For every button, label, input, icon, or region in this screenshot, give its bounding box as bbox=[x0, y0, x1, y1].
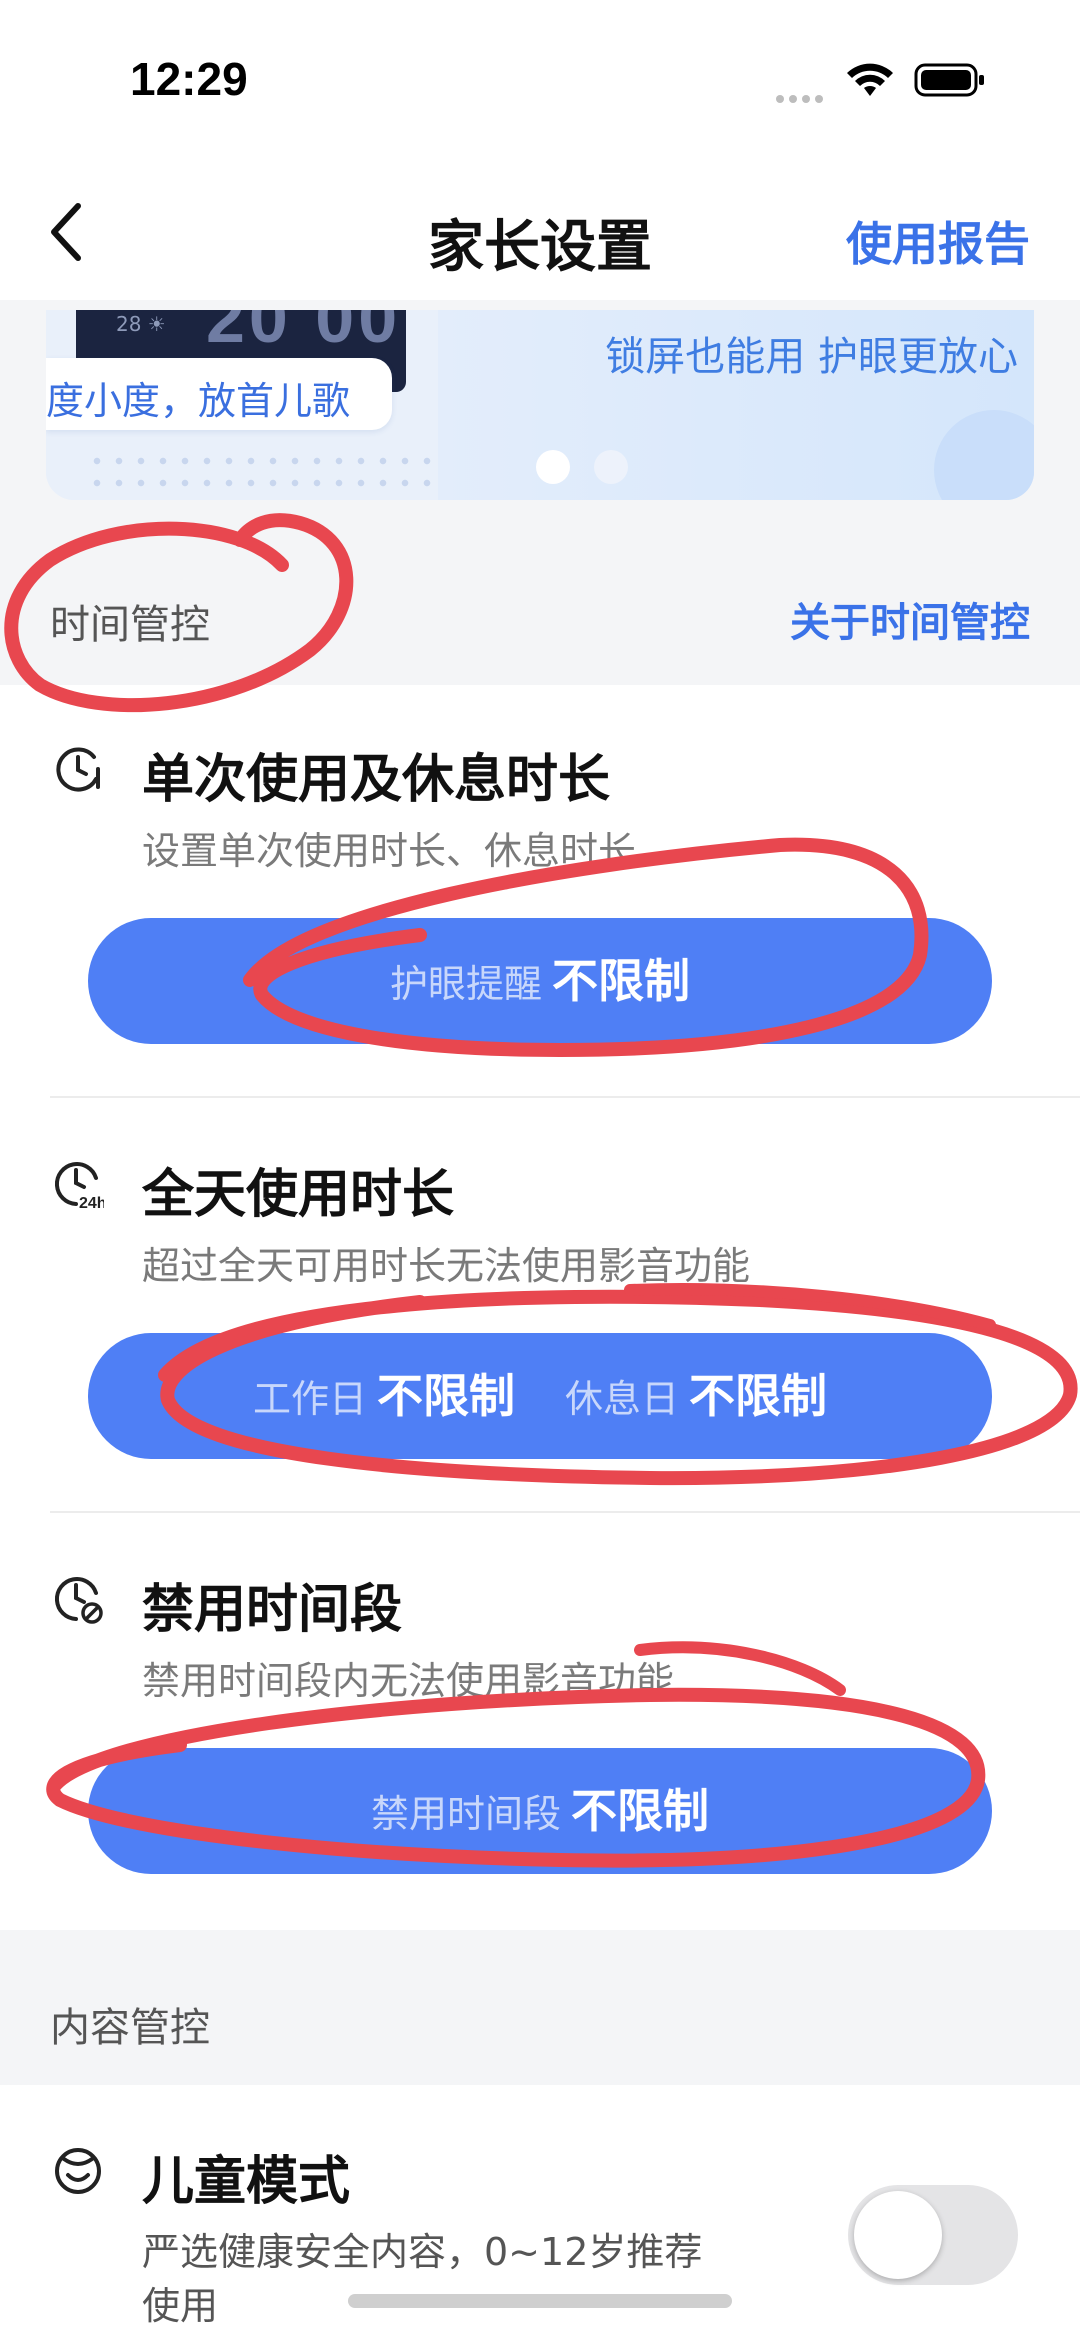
svg-text:24h: 24h bbox=[79, 1195, 104, 1210]
child-mode-toggle[interactable] bbox=[848, 2185, 1018, 2285]
status-time: 12:29 bbox=[130, 53, 248, 105]
banner-tagline: 锁屏也能用 护眼更放心 bbox=[605, 334, 1018, 380]
banner-left-panel: 28 ☀ 20 00 度小度，放首儿歌 bbox=[46, 310, 438, 500]
carousel-dot[interactable] bbox=[594, 450, 628, 484]
eye-care-label: 护眼提醒 bbox=[389, 962, 542, 1006]
child-mode-title: 儿童模式 bbox=[142, 2152, 351, 2212]
device-date: 28 ☀ bbox=[116, 312, 166, 336]
status-bar: 12:29 bbox=[0, 0, 1080, 150]
signal-icon bbox=[776, 88, 830, 103]
nav-bar: 家长设置 使用报告 bbox=[0, 170, 1080, 300]
toggle-knob bbox=[854, 2191, 942, 2279]
banner-decoration bbox=[934, 410, 1034, 500]
content-section-header: 内容管控 bbox=[0, 1930, 1080, 2085]
banned-period-button[interactable]: 禁用时间段 不限制 bbox=[88, 1748, 992, 1874]
wifi-icon bbox=[847, 63, 893, 96]
restday-label: 休息日 bbox=[565, 1377, 680, 1421]
device-clock: 20 00 bbox=[206, 310, 402, 357]
battery-icon bbox=[914, 63, 984, 97]
section-title-content-control: 内容管控 bbox=[50, 2005, 210, 2051]
voice-command-text: 度小度，放首儿歌 bbox=[46, 379, 351, 423]
divider bbox=[50, 1096, 1080, 1098]
child-mode-desc: 严选健康安全内容，0~12岁推荐 bbox=[142, 2230, 703, 2274]
eye-care-reminder-button[interactable]: 护眼提醒 不限制 bbox=[88, 918, 992, 1044]
voice-command-bubble: 度小度，放首儿歌 bbox=[46, 358, 392, 430]
banned-period-label: 禁用时间段 bbox=[370, 1792, 561, 1836]
banned-period-desc: 禁用时间段内无法使用影音功能 bbox=[142, 1659, 675, 1703]
banned-period-value: 不限制 bbox=[571, 1784, 709, 1838]
clock-icon bbox=[56, 747, 100, 792]
child-mode-desc-line2: 使用 bbox=[142, 2284, 219, 2328]
restday-value: 不限制 bbox=[689, 1369, 828, 1423]
daily-usage-title: 全天使用时长 bbox=[142, 1165, 455, 1225]
single-use-desc: 设置单次使用时长、休息时长 bbox=[142, 829, 637, 873]
carousel-dot-active[interactable] bbox=[536, 450, 570, 484]
section-title-time-control: 时间管控 bbox=[50, 602, 210, 648]
daily-usage-desc: 超过全天可用时长无法使用影音功能 bbox=[142, 1244, 751, 1288]
daily-usage-button[interactable]: 工作日 不限制 休息日 不限制 bbox=[88, 1333, 992, 1459]
child-face-icon bbox=[55, 2148, 101, 2194]
workday-label: 工作日 bbox=[252, 1377, 367, 1421]
divider bbox=[50, 1511, 1080, 1513]
single-use-title: 单次使用及休息时长 bbox=[142, 750, 611, 810]
banned-period-title: 禁用时间段 bbox=[142, 1580, 403, 1640]
banner-pattern bbox=[86, 450, 436, 490]
time-control-card: 单次使用及休息时长 设置单次使用时长、休息时长 护眼提醒 不限制 24h 全天使用… bbox=[0, 685, 1080, 1930]
eye-care-value: 不限制 bbox=[552, 954, 690, 1008]
clock-24h-icon: 24h bbox=[54, 1162, 104, 1210]
clock-ban-icon bbox=[54, 1577, 103, 1624]
home-indicator bbox=[348, 2294, 732, 2308]
promo-banner[interactable]: 28 ☀ 20 00 度小度，放首儿歌 锁屏也能用 护眼更放心 bbox=[46, 310, 1034, 500]
usage-report-link[interactable]: 使用报告 bbox=[846, 208, 1030, 274]
workday-value: 不限制 bbox=[377, 1369, 515, 1423]
about-time-control-link[interactable]: 关于时间管控 bbox=[790, 590, 1030, 648]
